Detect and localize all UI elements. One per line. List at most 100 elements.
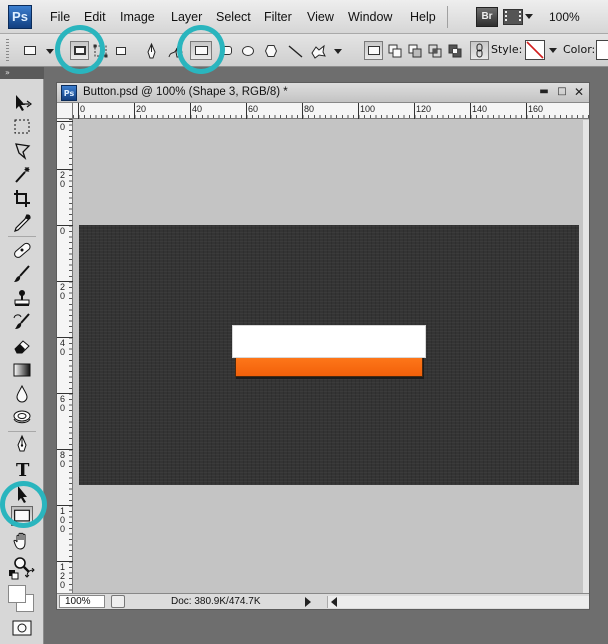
shape-layers-button[interactable]	[70, 41, 89, 60]
swap-colors-icon[interactable]	[25, 568, 37, 580]
ruler-label: 6 0	[60, 394, 66, 413]
exclude-mode-button[interactable]	[445, 41, 464, 60]
fill-pixels-button[interactable]	[111, 41, 130, 60]
move-tool[interactable]	[10, 92, 34, 114]
quick-mask-icon[interactable]	[12, 620, 32, 636]
dodge-tool[interactable]	[10, 407, 34, 429]
path-selection-icon	[18, 486, 27, 503]
magic-wand-tool[interactable]	[10, 164, 34, 186]
eraser-tool[interactable]	[10, 335, 34, 357]
close-icon[interactable]: ✕	[572, 86, 586, 99]
paths-button[interactable]	[90, 41, 109, 60]
horizontal-ruler[interactable]: 0 20 40 60 80 100 120 140 160	[73, 103, 589, 119]
tool-separator	[8, 431, 36, 432]
pen-tool[interactable]	[10, 434, 34, 456]
clone-stamp-tool[interactable]	[10, 287, 34, 309]
status-info-icon[interactable]	[111, 595, 125, 608]
workspace-film-icon[interactable]	[503, 9, 523, 25]
foreground-color-swatch[interactable]	[8, 585, 26, 603]
pen-icon	[147, 42, 156, 59]
exclude-icon	[448, 44, 462, 58]
hand-tool[interactable]	[10, 530, 34, 552]
pen-tool-button[interactable]	[141, 41, 160, 60]
menu-filter[interactable]: Filter	[264, 10, 292, 24]
white-rectangle-shape[interactable]	[232, 325, 426, 358]
ruler-label: 2 0	[60, 170, 66, 189]
add-icon	[388, 44, 402, 58]
color-swatch[interactable]	[596, 40, 608, 60]
new-layer-mode-button[interactable]	[364, 41, 383, 60]
document-window: Ps Button.psd @ 100% (Shape 3, RGB/8) * …	[56, 82, 590, 610]
menu-edit[interactable]: Edit	[84, 10, 106, 24]
chevron-down-icon[interactable]	[46, 49, 54, 54]
subtract-mode-button[interactable]	[405, 41, 424, 60]
add-mode-button[interactable]	[385, 41, 404, 60]
healing-brush-tool[interactable]	[10, 239, 34, 261]
rounded-rectangle-button[interactable]	[216, 41, 235, 60]
panel-collapse-icon[interactable]: »	[0, 67, 44, 79]
polygon-button[interactable]	[261, 41, 280, 60]
ruler-label: 40	[192, 104, 203, 114]
ruler-label: 8 0	[60, 450, 66, 469]
line-button[interactable]	[285, 41, 304, 60]
style-swatch[interactable]	[525, 40, 545, 60]
horizontal-scrollbar[interactable]	[327, 596, 589, 608]
default-colors-icon[interactable]	[8, 569, 20, 581]
ruler-label: 4 0	[60, 338, 66, 357]
ruler-label: 0	[80, 104, 86, 114]
marquee-icon	[14, 119, 30, 134]
crop-tool[interactable]	[10, 188, 34, 210]
vertical-scrollbar[interactable]	[583, 120, 589, 593]
menu-image[interactable]: Image	[120, 10, 155, 24]
ruler-origin[interactable]	[57, 103, 73, 119]
custom-shape-button[interactable]	[308, 41, 327, 60]
link-button[interactable]	[470, 41, 489, 60]
type-tool[interactable]: T	[10, 458, 34, 480]
scroll-left-icon[interactable]	[331, 597, 337, 607]
chevron-down-icon[interactable]	[525, 14, 533, 19]
status-menu-arrow-icon[interactable]	[305, 597, 311, 607]
zoom-level[interactable]: 100%	[549, 10, 580, 24]
brush-tool[interactable]	[10, 263, 34, 285]
vertical-ruler[interactable]: 0 2 0 0 2 0 4 0 6 0 8 0 1 0 0 1 2 0	[57, 119, 73, 593]
freeform-pen-button[interactable]	[166, 41, 185, 60]
minimize-icon[interactable]: ▬	[537, 86, 551, 99]
brush-icon	[14, 265, 30, 282]
menu-help[interactable]: Help	[410, 10, 436, 24]
menu-file[interactable]: File	[50, 10, 70, 24]
ruler-label: 0	[60, 122, 66, 132]
history-brush-tool[interactable]	[10, 311, 34, 333]
gradient-icon	[13, 363, 31, 377]
lasso-tool[interactable]	[10, 140, 34, 162]
intersect-mode-button[interactable]	[425, 41, 444, 60]
grip-icon[interactable]	[6, 39, 9, 61]
document-ps-icon: Ps	[61, 85, 77, 101]
stamp-icon	[14, 290, 30, 306]
blur-tool[interactable]	[10, 383, 34, 405]
menu-layer[interactable]: Layer	[171, 10, 202, 24]
chevron-down-icon[interactable]	[334, 49, 342, 54]
menu-view[interactable]: View	[307, 10, 334, 24]
path-selection-tool[interactable]	[10, 482, 34, 504]
zoom-field[interactable]: 100%	[59, 595, 105, 608]
rectangle-icon	[24, 46, 36, 55]
marquee-tool[interactable]	[10, 116, 34, 138]
tool-preset-button[interactable]	[20, 41, 39, 60]
gradient-tool[interactable]	[10, 359, 34, 381]
maximize-icon[interactable]: □	[555, 86, 569, 99]
magic-wand-icon	[15, 167, 30, 183]
menu-window[interactable]: Window	[348, 10, 392, 24]
chevron-down-icon[interactable]	[549, 48, 557, 53]
menu-select[interactable]: Select	[216, 10, 251, 24]
document-title-bar[interactable]: Ps Button.psd @ 100% (Shape 3, RGB/8) * …	[57, 83, 589, 103]
rectangle-tool[interactable]	[11, 506, 33, 526]
bridge-button[interactable]: Br	[476, 7, 498, 27]
rectangle-tool-button[interactable]	[190, 41, 212, 60]
style-label: Style:	[491, 43, 523, 56]
eraser-icon	[14, 340, 30, 354]
eyedropper-icon	[14, 213, 31, 232]
ellipse-button[interactable]	[238, 41, 257, 60]
eyedropper-tool[interactable]	[10, 212, 34, 234]
move-icon	[16, 95, 32, 111]
pen-icon	[17, 434, 27, 452]
